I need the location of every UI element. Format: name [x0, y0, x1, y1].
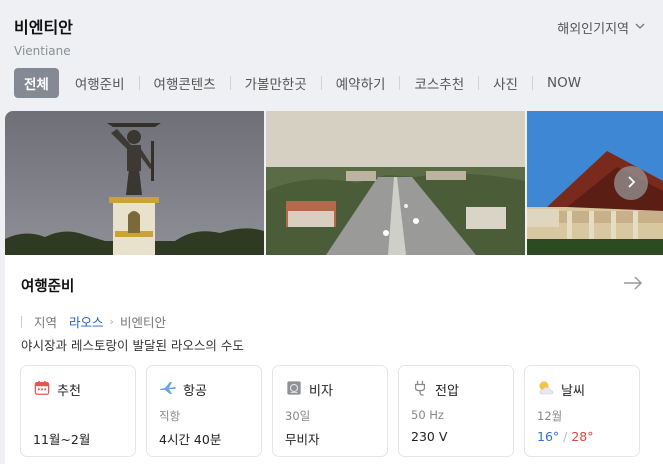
info-box-note: 50 Hz	[411, 408, 444, 422]
tab-travel-prep[interactable]: 여행준비	[61, 68, 139, 98]
arrow-right-icon[interactable]	[623, 275, 643, 291]
tab-course[interactable]: 코스추천	[400, 68, 478, 98]
travel-prep-card: 여행준비 지역 라오스 › 비엔티안 야시장과 레스토랑이 발달된 라오스의 수…	[5, 255, 663, 464]
info-box-note: 30일	[285, 409, 311, 423]
temp-low: 16°	[537, 429, 560, 444]
plug-icon	[411, 379, 429, 397]
gallery-photo-statue[interactable]	[5, 111, 264, 255]
calendar-icon	[33, 379, 51, 397]
tab-places[interactable]: 가볼만한곳	[231, 68, 321, 98]
info-box-name: 항공	[183, 384, 207, 399]
temp-separator: /	[559, 429, 572, 444]
destination-header: 비엔티안 Vientiane	[14, 14, 73, 58]
info-box-value: 무비자	[285, 432, 320, 447]
info-box-voltage[interactable]: 전압 50 Hz 230 V	[398, 365, 514, 457]
page-title: 비엔티안	[14, 18, 73, 37]
info-box-name: 비자	[309, 384, 333, 399]
info-box-name: 추천	[57, 384, 81, 399]
popular-region-label: 해외인기지역	[557, 22, 629, 37]
info-box-value: 11월~2월	[33, 432, 91, 447]
weather-icon	[537, 379, 555, 397]
breadcrumb-city: 비엔티안	[119, 315, 166, 330]
gallery-photo-city[interactable]	[266, 111, 525, 255]
gallery-next-button[interactable]	[614, 166, 648, 200]
info-box-value: 230 V	[411, 429, 448, 444]
info-box-note: 12월	[537, 409, 563, 423]
info-box-weather[interactable]: 날씨 12월 16° / 28°	[524, 365, 640, 457]
info-box-visa[interactable]: 비자 30일 무비자	[272, 365, 388, 457]
info-box-note: 직항	[159, 409, 181, 423]
chevron-right-icon	[624, 174, 638, 193]
temp-high: 28°	[571, 429, 594, 444]
tab-travel-content[interactable]: 여행콘텐츠	[140, 68, 230, 98]
info-box-flight[interactable]: 항공 직항 4시간 40분	[146, 365, 262, 457]
breadcrumb-country-link[interactable]: 라오스	[69, 312, 104, 331]
breadcrumb: 지역 라오스 › 비엔티안	[21, 312, 166, 331]
chevron-right-icon: ›	[109, 315, 114, 328]
tab-booking[interactable]: 예약하기	[322, 68, 400, 98]
page-subtitle: Vientiane	[14, 44, 71, 58]
tab-now[interactable]: NOW	[533, 68, 595, 98]
airplane-icon	[159, 379, 177, 397]
chevron-down-icon	[635, 20, 645, 35]
tab-bar: 전체 여행준비 여행콘텐츠 가볼만한곳 예약하기 코스추천 사진 NOW	[14, 68, 595, 98]
info-box-row: 추천 11월~2월 항공 직항 4시간 40분 비자 30일 무비자 전압 50…	[20, 365, 640, 457]
info-box-value: 16° / 28°	[537, 429, 593, 444]
breadcrumb-divider	[21, 315, 22, 328]
destination-description: 야시장과 레스토랑이 발달된 라오스의 수도	[21, 338, 244, 353]
breadcrumb-label: 지역	[34, 315, 58, 330]
travel-prep-title: 여행준비	[21, 279, 75, 295]
passport-icon	[285, 379, 303, 397]
info-box-value: 4시간 40분	[159, 432, 222, 447]
tab-photos[interactable]: 사진	[479, 68, 532, 98]
photo-gallery	[5, 111, 663, 255]
info-box-name: 전압	[435, 384, 459, 399]
info-box-name: 날씨	[561, 384, 585, 399]
popular-region-dropdown[interactable]: 해외인기지역	[557, 18, 645, 37]
info-box-season[interactable]: 추천 11월~2월	[20, 365, 136, 457]
tab-all[interactable]: 전체	[14, 68, 59, 98]
